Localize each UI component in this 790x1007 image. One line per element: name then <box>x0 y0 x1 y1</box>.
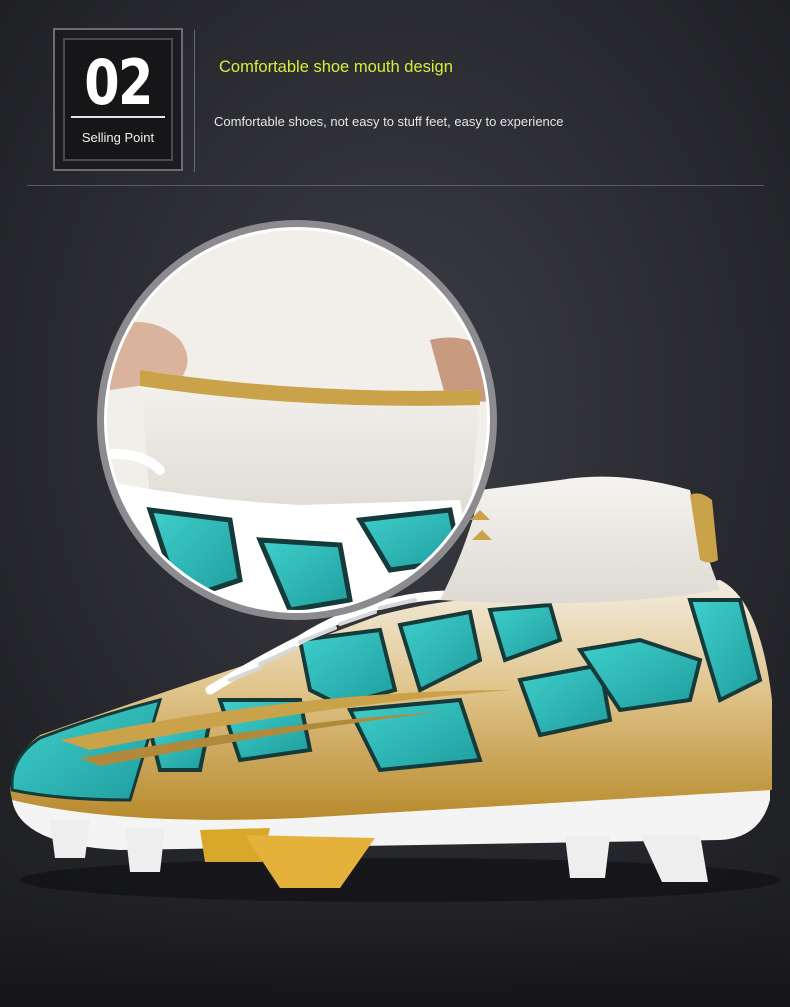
product-photo <box>10 220 780 902</box>
stud <box>125 828 165 872</box>
stud <box>565 836 610 878</box>
stud <box>50 820 90 858</box>
zoom-circle <box>97 220 497 620</box>
teal-pattern <box>297 627 398 708</box>
